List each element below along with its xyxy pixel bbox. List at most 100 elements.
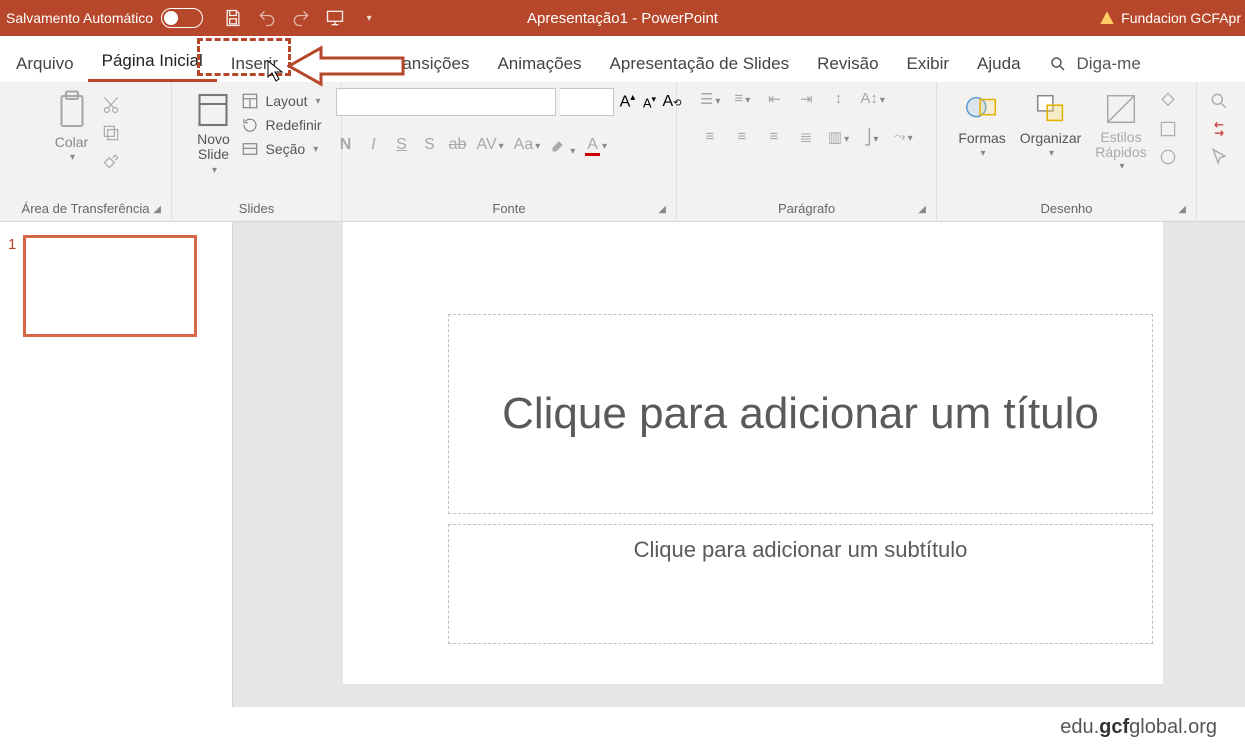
watermark: edu.gcfglobal.org bbox=[0, 707, 1245, 747]
tab-apresentacao-de-slides[interactable]: Apresentação de Slides bbox=[596, 44, 804, 82]
shape-effects-button[interactable] bbox=[1157, 146, 1179, 168]
paste-label: Colar bbox=[55, 134, 88, 150]
chevron-down-icon: ▾ bbox=[212, 165, 217, 176]
account-area[interactable]: Fundacion GCFApr bbox=[1099, 10, 1241, 26]
shadow-button[interactable]: S bbox=[420, 136, 438, 159]
decrease-font-size-button[interactable]: A▾ bbox=[640, 94, 658, 110]
dialog-launcher-icon[interactable]: ◢ bbox=[1178, 204, 1186, 215]
watermark-bold: gcf bbox=[1099, 716, 1129, 739]
slide[interactable]: Clique para adicionar um título Clique p… bbox=[343, 222, 1163, 684]
chevron-down-icon: ▾ bbox=[316, 96, 321, 107]
reset-button[interactable]: Redefinir bbox=[241, 116, 321, 134]
tab-animacoes[interactable]: Animações bbox=[483, 44, 595, 82]
decrease-indent-button[interactable]: ⇤ bbox=[764, 90, 784, 108]
group-label-font: Fonte ◢ bbox=[350, 199, 668, 219]
slideshow-from-start-icon[interactable] bbox=[325, 8, 345, 28]
qat-customize-icon[interactable]: ▾ bbox=[359, 8, 379, 28]
dialog-launcher-icon[interactable]: ◢ bbox=[153, 204, 161, 215]
subtitle-placeholder[interactable]: Clique para adicionar um subtítulo bbox=[448, 524, 1153, 644]
find-button[interactable] bbox=[1208, 90, 1230, 112]
layout-button[interactable]: Layout ▾ bbox=[241, 92, 321, 110]
ribbon-tabs: Arquivo Página Inicial Inserir Design Tr… bbox=[0, 36, 1245, 82]
italic-button[interactable]: I bbox=[364, 136, 382, 159]
select-button[interactable] bbox=[1208, 146, 1230, 168]
chevron-down-icon: ▾ bbox=[313, 144, 318, 155]
character-spacing-button[interactable]: AV▾ bbox=[476, 136, 503, 159]
chevron-down-icon: ▾ bbox=[70, 152, 75, 163]
shapes-button[interactable]: Formas▾ bbox=[954, 88, 1009, 161]
cut-button[interactable] bbox=[100, 94, 122, 116]
group-label-editing bbox=[1205, 214, 1233, 219]
increase-font-size-button[interactable]: A▴ bbox=[618, 92, 636, 111]
increase-indent-button[interactable]: ⇥ bbox=[796, 90, 816, 108]
highlight-color-button[interactable]: ▾ bbox=[550, 136, 575, 159]
tab-transicoes[interactable]: Transições bbox=[373, 44, 484, 82]
text-direction-button[interactable]: A↕▾ bbox=[860, 90, 885, 108]
tell-me-label: Diga-me bbox=[1077, 54, 1141, 74]
tab-design[interactable]: Design bbox=[292, 44, 373, 82]
section-button[interactable]: Seção ▾ bbox=[241, 140, 321, 158]
autosave-toggle[interactable]: Salvamento Automático bbox=[6, 8, 203, 28]
justify-button[interactable]: ≣ bbox=[796, 128, 816, 146]
columns-button[interactable]: ▥▾ bbox=[828, 128, 849, 146]
quick-access-toolbar: ▾ bbox=[223, 8, 379, 28]
tab-exibir[interactable]: Exibir bbox=[893, 44, 964, 82]
ribbon: Colar ▾ Área de Transferência ◢ bbox=[0, 82, 1245, 222]
group-paragraph: ☰▾ ≡▾ ⇤ ⇥ ↕ A↕▾ ≡ ≡ ≡ ≣ ▥▾ ⎦▾ ⤳▾ Parágra… bbox=[677, 82, 937, 221]
change-case-button[interactable]: Aa▾ bbox=[514, 136, 541, 159]
save-icon[interactable] bbox=[223, 8, 243, 28]
quick-styles-button[interactable]: Estilos Rápidos▾ bbox=[1091, 88, 1150, 174]
group-slides: Novo Slide ▾ Layout▾ Redefinir Seção▾ Sl… bbox=[172, 82, 342, 221]
undo-icon[interactable] bbox=[257, 8, 277, 28]
shape-fill-button[interactable] bbox=[1157, 90, 1179, 112]
layout-label: Layout bbox=[265, 93, 307, 109]
bullets-button[interactable]: ☰▾ bbox=[700, 90, 720, 108]
group-label-clipboard: Área de Transferência ◢ bbox=[8, 199, 163, 219]
copy-button[interactable] bbox=[100, 122, 122, 144]
title-placeholder[interactable]: Clique para adicionar um título bbox=[448, 314, 1153, 514]
strikethrough-button[interactable]: ab bbox=[448, 136, 466, 159]
tab-ajuda[interactable]: Ajuda bbox=[963, 44, 1034, 82]
toggle-switch-icon[interactable] bbox=[161, 8, 203, 28]
new-slide-button[interactable]: Novo Slide ▾ bbox=[191, 88, 235, 178]
slide-thumbnail-pane[interactable]: 1 bbox=[0, 222, 233, 707]
tab-arquivo[interactable]: Arquivo bbox=[2, 44, 88, 82]
watermark-suffix: global.org bbox=[1129, 716, 1217, 739]
align-right-button[interactable]: ≡ bbox=[764, 128, 784, 146]
format-painter-button[interactable] bbox=[100, 150, 122, 172]
align-center-button[interactable]: ≡ bbox=[732, 128, 752, 146]
watermark-prefix: edu. bbox=[1060, 716, 1099, 739]
slide-canvas-area[interactable]: Clique para adicionar um título Clique p… bbox=[233, 222, 1245, 707]
workspace: 1 Clique para adicionar um título Clique… bbox=[0, 222, 1245, 707]
shape-outline-button[interactable] bbox=[1157, 118, 1179, 140]
dialog-launcher-icon[interactable]: ◢ bbox=[658, 204, 666, 215]
section-label: Seção bbox=[265, 141, 305, 157]
replace-button[interactable] bbox=[1208, 118, 1230, 140]
font-size-combo[interactable] bbox=[560, 88, 614, 116]
underline-button[interactable]: S bbox=[392, 136, 410, 159]
paste-button[interactable]: Colar ▾ bbox=[50, 88, 94, 165]
tab-revisao[interactable]: Revisão bbox=[803, 44, 892, 82]
font-color-button[interactable]: A▾ bbox=[585, 136, 607, 159]
dialog-launcher-icon[interactable]: ◢ bbox=[918, 204, 926, 215]
title-bar: Salvamento Automático ▾ Apresentação1 - … bbox=[0, 0, 1245, 36]
line-spacing-button[interactable]: ↕ bbox=[828, 90, 848, 108]
numbering-button[interactable]: ≡▾ bbox=[732, 90, 752, 108]
redo-icon[interactable] bbox=[291, 8, 311, 28]
tell-me-search[interactable]: Diga-me bbox=[1049, 54, 1141, 82]
slide-thumbnail-1[interactable] bbox=[24, 236, 196, 336]
reset-label: Redefinir bbox=[265, 117, 321, 133]
arrange-label: Organizar bbox=[1020, 130, 1081, 146]
tab-pagina-inicial[interactable]: Página Inicial bbox=[88, 41, 217, 82]
font-family-combo[interactable] bbox=[336, 88, 556, 116]
bold-button[interactable]: N bbox=[336, 136, 354, 159]
convert-smartart-button[interactable]: ⤳▾ bbox=[893, 128, 913, 146]
clear-formatting-button[interactable]: A⟲ bbox=[662, 93, 681, 111]
quick-styles-label: Estilos Rápidos bbox=[1095, 130, 1146, 159]
group-label-drawing: Desenho ◢ bbox=[945, 199, 1188, 219]
tab-inserir[interactable]: Inserir bbox=[217, 44, 292, 82]
align-left-button[interactable]: ≡ bbox=[700, 128, 720, 146]
align-text-button[interactable]: ⎦▾ bbox=[861, 128, 881, 146]
arrange-button[interactable]: Organizar▾ bbox=[1016, 88, 1085, 161]
title-placeholder-text: Clique para adicionar um título bbox=[502, 388, 1099, 441]
